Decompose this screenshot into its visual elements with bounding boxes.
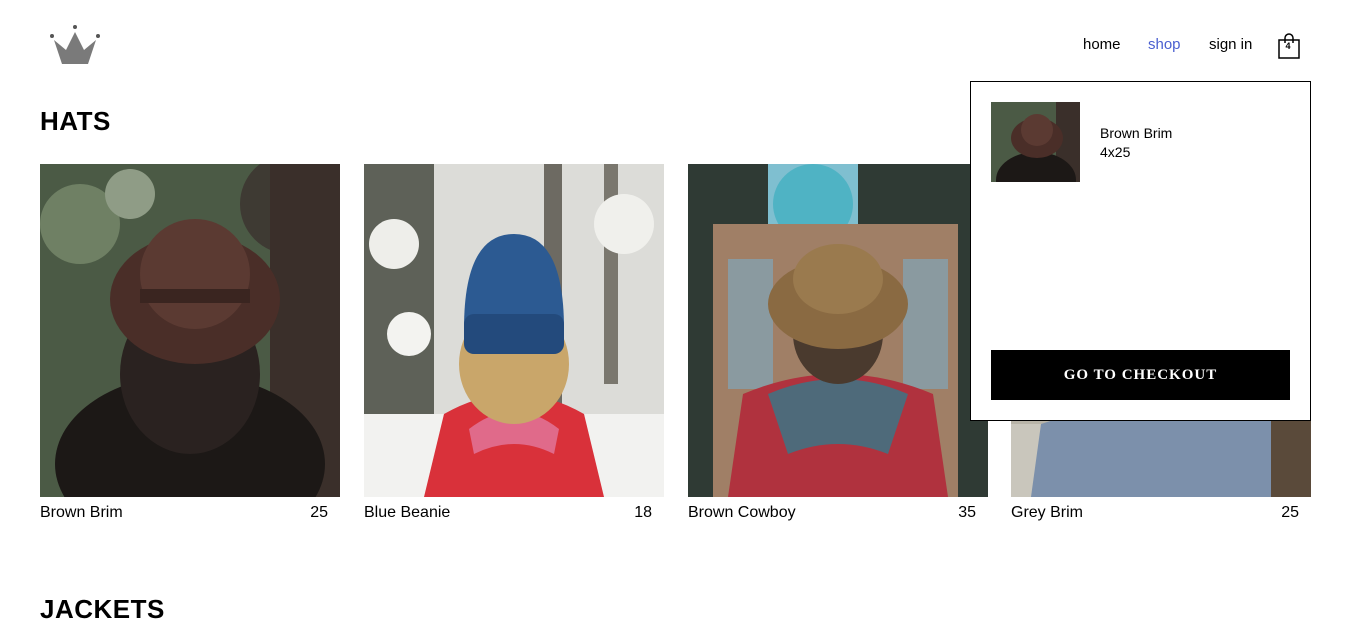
cart-dropdown: Brown Brim 4x25 GO TO CHECKOUT — [970, 81, 1311, 421]
crown-logo-icon[interactable] — [48, 22, 102, 66]
product-card[interactable]: Blue Beanie 18 — [364, 164, 664, 524]
site-header: home shop sign in 4 — [0, 0, 1351, 90]
section-title-jackets[interactable]: JACKETS — [40, 594, 165, 625]
product-card[interactable]: Brown Brim 25 — [40, 164, 340, 524]
product-price: 35 — [958, 504, 976, 521]
product-card[interactable]: Brown Cowboy 35 — [688, 164, 988, 524]
product-image[interactable] — [40, 164, 340, 497]
nav-shop-link[interactable]: shop — [1148, 36, 1181, 53]
shopping-bag-icon[interactable]: 4 — [1277, 33, 1301, 59]
cart-item-name: Brown Brim — [1100, 125, 1173, 141]
cart-item-count: 4 — [1285, 41, 1291, 51]
product-name: Blue Beanie — [364, 504, 451, 521]
product-price: 25 — [1281, 504, 1299, 521]
cart-item-image — [991, 102, 1080, 182]
cart-item-quantity-price: 4x25 — [1100, 144, 1131, 160]
nav-sign-in-link[interactable]: sign in — [1209, 36, 1252, 53]
product-name: Brown Brim — [40, 504, 123, 521]
product-price: 18 — [634, 504, 652, 521]
go-to-checkout-button[interactable]: GO TO CHECKOUT — [991, 350, 1290, 400]
section-title-hats[interactable]: HATS — [40, 106, 111, 137]
product-price: 25 — [310, 504, 328, 521]
product-name: Grey Brim — [1011, 504, 1083, 521]
product-image[interactable] — [688, 164, 988, 497]
product-name: Brown Cowboy — [688, 504, 796, 521]
nav-home-link[interactable]: home — [1083, 36, 1121, 53]
product-image[interactable] — [364, 164, 664, 497]
